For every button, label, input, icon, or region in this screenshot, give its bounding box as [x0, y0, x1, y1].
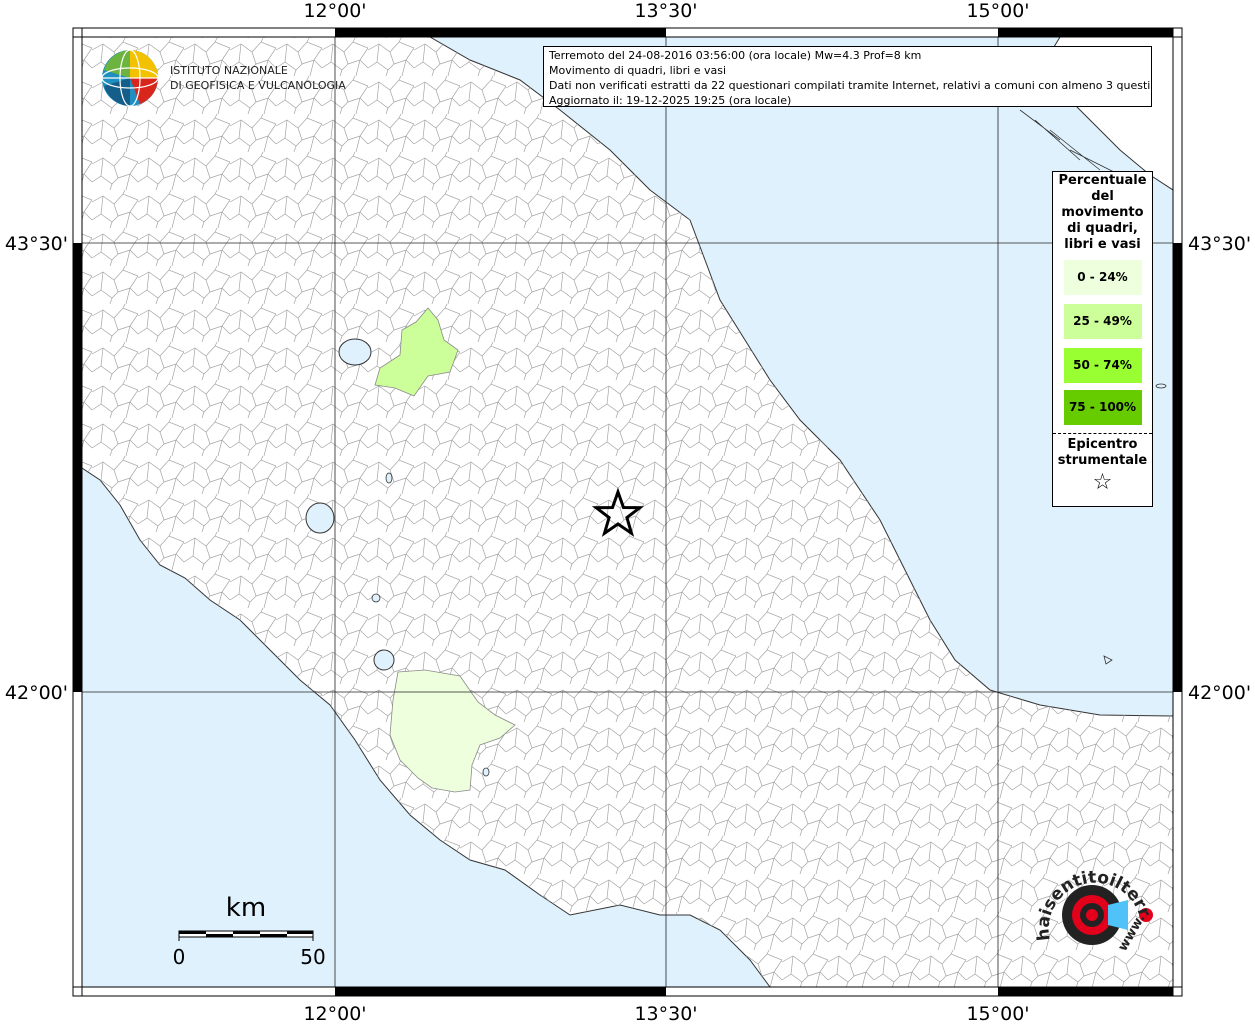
scale-start: 0: [173, 945, 186, 969]
axis-left-label-2: 42°00': [5, 682, 68, 704]
legend-epicenter-line: strumentale: [1057, 453, 1148, 468]
legend-epicenter-line: Epicentro: [1067, 437, 1138, 452]
legend-title-line: del: [1091, 189, 1114, 204]
legend-title-line: di quadri,: [1067, 221, 1138, 236]
legend-item-75-100: 75 - 100%: [1063, 390, 1142, 425]
legend-epicenter-label: Epicentro strumentale: [1053, 434, 1152, 469]
legend-item-0-24: 0 - 24%: [1063, 260, 1142, 295]
logo-text-line1: ISTITUTO NAZIONALE: [170, 64, 288, 77]
axis-top-label-3: 15°00': [966, 0, 1029, 22]
scale-end: 50: [300, 945, 325, 969]
event-title: Terremoto del 24-08-2016 03:56:00 (ora l…: [549, 49, 922, 62]
legend-title-line: movimento: [1061, 205, 1144, 220]
axis-bottom-label-1: 12°00': [303, 1003, 366, 1024]
macroseismic-map: 12°00' 13°30' 15°00' 12°00' 13°30' 15°00…: [0, 0, 1255, 1025]
lago-trasimeno: [338, 338, 372, 366]
lago-piediluco: [385, 472, 393, 484]
legend-title-line: Percentuale: [1058, 173, 1147, 188]
axis-right-label-2: 42°00': [1188, 682, 1251, 704]
isola-tremiti: [1155, 383, 1167, 389]
lago-vico: [371, 593, 381, 603]
event-info-box: Terremoto del 24-08-2016 03:56:00 (ora l…: [543, 46, 1152, 107]
axis-left-label-1: 43°30': [5, 233, 68, 255]
axis-bottom-label-2: 13°30': [634, 1003, 697, 1024]
legend-item-50-74: 50 - 74%: [1063, 348, 1142, 383]
axis-right-label-1: 43°30': [1188, 233, 1251, 255]
lago-bolsena: [305, 502, 335, 534]
legend-item-25-49: 25 - 49%: [1063, 304, 1142, 339]
map-canvas: 12°00' 13°30' 15°00' 12°00' 13°30' 15°00…: [0, 0, 1251, 1025]
event-data-note: Dati non verificati estratti da 22 quest…: [549, 79, 1152, 92]
lago-albano: [482, 767, 490, 777]
legend-star-icon: ☆: [1092, 470, 1113, 495]
scale-unit: km: [226, 893, 266, 923]
axis-top-label-1: 12°00': [303, 0, 366, 22]
axis-top-label-2: 13°30': [634, 0, 697, 22]
event-updated: Aggiornato il: 19-12-2025 19:25 (ora loc…: [549, 94, 792, 107]
logo-text-line2: DI GEOFISICA E VULCANOLOGIA: [170, 79, 346, 92]
legend-title: Percentuale del movimento di quadri, lib…: [1053, 172, 1152, 253]
event-parameter: Movimento di quadri, libri e vasi: [549, 64, 727, 77]
legend-title-line: libri e vasi: [1064, 237, 1141, 252]
axis-bottom-label-3: 15°00': [966, 1003, 1029, 1024]
lago-bracciano: [373, 649, 395, 671]
legend: Percentuale del movimento di quadri, lib…: [1052, 171, 1153, 507]
